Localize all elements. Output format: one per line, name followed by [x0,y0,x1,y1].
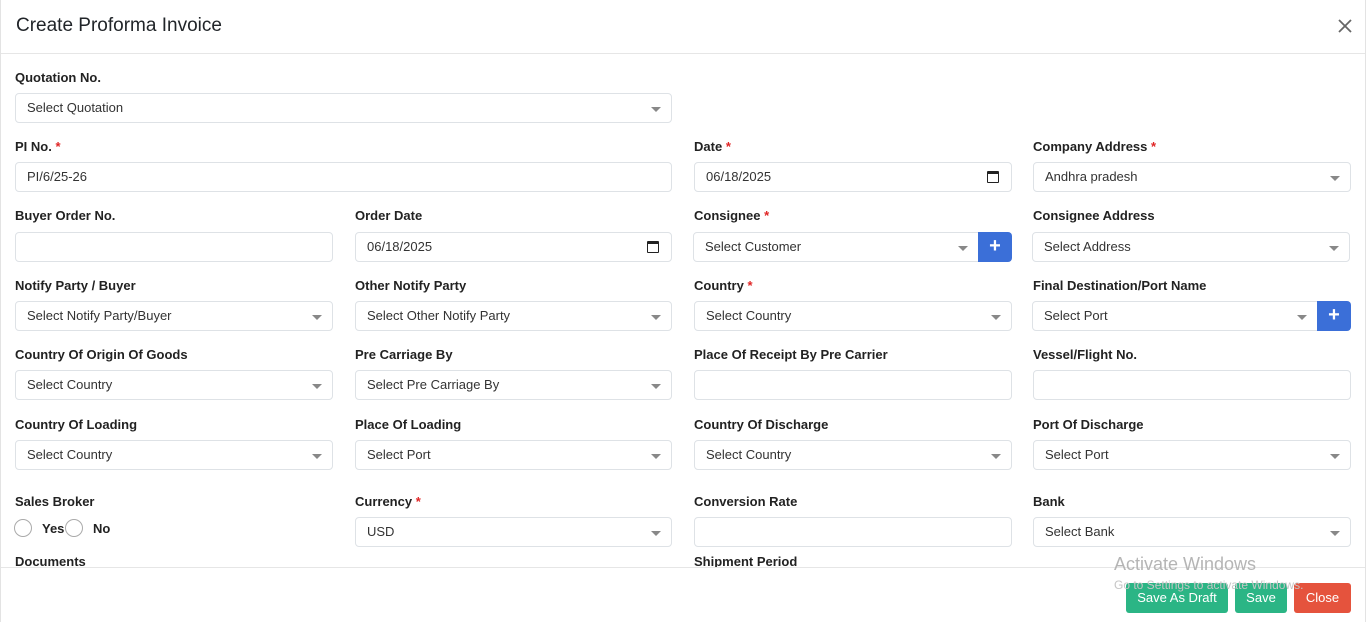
sales-broker-no-label: No [93,521,111,536]
quotation-no-label: Quotation No. [15,70,101,85]
add-port-button[interactable]: + [1317,301,1351,331]
vessel-flight-input[interactable] [1033,370,1351,400]
pi-no-input[interactable]: PI/6/25-26 [15,162,672,192]
pre-carriage-by-label: Pre Carriage By [355,347,453,362]
documents-label: Documents [15,554,86,567]
chevron-down-icon [312,454,322,459]
currency-select[interactable]: USD [355,517,672,547]
modal-body: Quotation No. Select Quotation PI No. * … [1,55,1365,567]
plus-icon: + [989,235,1001,257]
consignee-label: Consignee * [694,208,770,223]
date-label: Date * [694,139,731,154]
chevron-down-icon [1330,176,1340,181]
country-of-discharge-select[interactable]: Select Country [694,440,1012,470]
chevron-down-icon [958,246,968,251]
sales-broker-yes-label: Yes [42,521,65,536]
chevron-down-icon [312,384,322,389]
buyer-order-no-label: Buyer Order No. [15,208,116,223]
add-consignee-button[interactable]: + [978,232,1012,262]
pre-carriage-by-select[interactable]: Select Pre Carriage By [355,370,672,400]
buyer-order-no-input[interactable] [15,232,333,262]
chevron-down-icon [991,315,1001,320]
modal-header: Create Proforma Invoice [1,0,1365,54]
date-input[interactable]: 06/18/2025 [694,162,1012,192]
port-of-discharge-label: Port Of Discharge [1033,417,1144,432]
bank-select[interactable]: Select Bank [1033,517,1351,547]
final-destination-select[interactable]: Select Port [1032,301,1318,331]
port-of-discharge-select[interactable]: Select Port [1033,440,1351,470]
country-of-loading-select[interactable]: Select Country [15,440,333,470]
company-address-label: Company Address * [1033,139,1157,154]
chevron-down-icon [651,384,661,389]
chevron-down-icon [651,531,661,536]
country-label: Country * [694,278,753,293]
pi-no-label: PI No. * [15,139,61,154]
country-of-discharge-label: Country Of Discharge [694,417,829,432]
chevron-down-icon [1297,315,1307,320]
place-of-receipt-input[interactable] [694,370,1012,400]
close-icon[interactable] [1334,15,1356,37]
consignee-address-label: Consignee Address [1033,208,1155,223]
company-address-select[interactable]: Andhra pradesh [1033,162,1351,192]
activate-windows-subtext: Go to Settings to activate Windows. [1114,578,1304,592]
modal-title: Create Proforma Invoice [16,15,222,36]
place-of-receipt-label: Place Of Receipt By Pre Carrier [694,347,888,362]
plus-icon: + [1328,304,1340,326]
chevron-down-icon [1329,246,1339,251]
chevron-down-icon [312,315,322,320]
other-notify-party-select[interactable]: Select Other Notify Party [355,301,672,331]
sales-broker-yes-radio[interactable] [14,519,32,537]
other-notify-party-label: Other Notify Party [355,278,467,293]
notify-party-select[interactable]: Select Notify Party/Buyer [15,301,333,331]
consignee-select[interactable]: Select Customer [693,232,979,262]
order-date-label: Order Date [355,208,423,223]
chevron-down-icon [1330,454,1340,459]
consignee-address-select[interactable]: Select Address [1032,232,1350,262]
conversion-rate-input[interactable] [694,517,1012,547]
place-of-loading-select[interactable]: Select Port [355,440,672,470]
activate-windows-watermark: Activate Windows [1114,554,1257,574]
calendar-icon[interactable] [987,171,999,183]
country-of-origin-label: Country Of Origin Of Goods [15,347,188,362]
chevron-down-icon [1330,531,1340,536]
country-select[interactable]: Select Country [694,301,1012,331]
quotation-select[interactable]: Select Quotation [15,93,672,123]
shipment-period-label: Shipment Period [694,554,798,567]
calendar-icon[interactable] [647,241,659,253]
chevron-down-icon [651,107,661,112]
proforma-invoice-modal: Create Proforma Invoice Quotation No. Se… [0,0,1366,622]
modal-footer: Save As Draft Save Close [1,567,1365,622]
currency-label: Currency * [355,494,421,509]
country-of-origin-select[interactable]: Select Country [15,370,333,400]
chevron-down-icon [651,315,661,320]
place-of-loading-label: Place Of Loading [355,417,462,432]
order-date-input[interactable]: 06/18/2025 [355,232,672,262]
sales-broker-label: Sales Broker [15,494,95,509]
chevron-down-icon [651,454,661,459]
chevron-down-icon [991,454,1001,459]
notify-party-label: Notify Party / Buyer [15,278,136,293]
final-destination-label: Final Destination/Port Name [1033,278,1207,293]
sales-broker-no-radio[interactable] [65,519,83,537]
vessel-flight-label: Vessel/Flight No. [1033,347,1138,362]
bank-label: Bank [1033,494,1065,509]
country-of-loading-label: Country Of Loading [15,417,138,432]
conversion-rate-label: Conversion Rate [694,494,798,509]
